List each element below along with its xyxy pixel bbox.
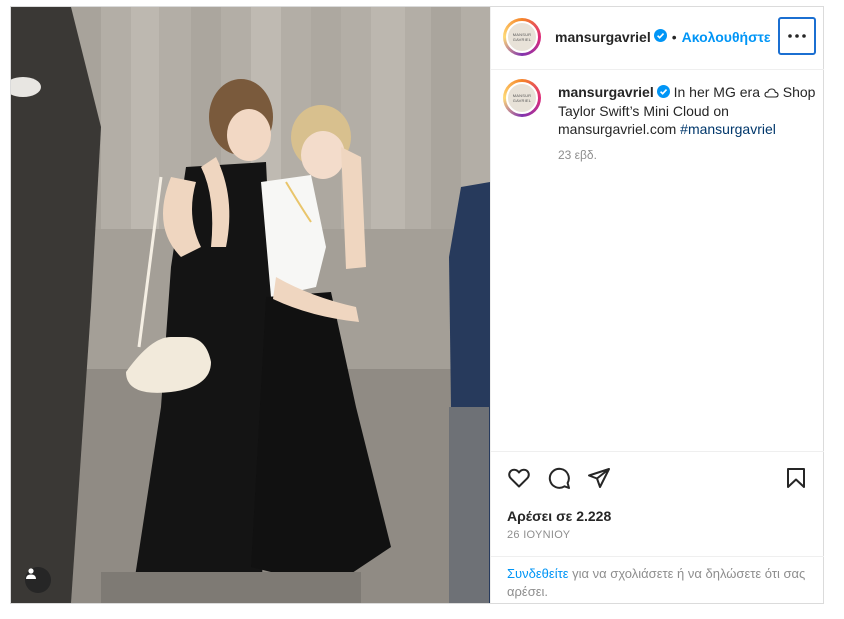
like-button[interactable] xyxy=(507,466,531,495)
action-icons xyxy=(507,466,611,495)
post-actions: Αρέσει σε 2.228 26 ΙΟΥΝΙΟΥ Συνδεθείτε γι… xyxy=(491,451,824,604)
share-button[interactable] xyxy=(587,466,611,495)
user-tag-icon xyxy=(26,568,36,579)
save-button[interactable] xyxy=(784,466,808,495)
post-date: 26 ΙΟΥΝΙΟΥ xyxy=(507,529,571,541)
caption-avatar[interactable]: MANSUR GAVRIEL xyxy=(503,79,541,117)
post-photo[interactable] xyxy=(11,7,490,603)
cloud-icon xyxy=(764,84,779,100)
avatar-logo-text: MANSUR GAVRIEL xyxy=(512,32,532,42)
header-user-line: mansurgavriel • Ακολουθήστε xyxy=(555,29,771,47)
more-options-button[interactable] xyxy=(778,17,816,55)
login-link[interactable]: Συνδεθείτε xyxy=(507,566,569,581)
caption-username-link[interactable]: mansurgavriel xyxy=(558,84,654,100)
post-header: MANSUR GAVRIEL mansurgavriel • Ακολουθήστε xyxy=(491,7,824,70)
bookmark-icon xyxy=(787,468,805,488)
caption-avatar-logo-text: MANSUR GAVRIEL xyxy=(512,93,532,103)
caption-verified-badge-icon xyxy=(656,84,670,102)
heart-icon xyxy=(508,468,530,488)
separator-dot: • xyxy=(671,29,677,46)
caption-avatar-image: MANSUR GAVRIEL xyxy=(506,82,538,114)
verified-badge-icon xyxy=(653,29,667,47)
hashtag-link[interactable]: #mansurgavriel xyxy=(680,121,776,137)
likes-count[interactable]: Αρέσει σε 2.228 xyxy=(507,508,611,524)
caption-text: mansurgavriel In her MG era Shop Taylor … xyxy=(558,83,818,164)
more-options-icon xyxy=(788,34,806,38)
avatar[interactable]: MANSUR GAVRIEL xyxy=(503,18,541,56)
comment-icon xyxy=(548,467,570,489)
instagram-post: MANSUR GAVRIEL mansurgavriel • Ακολουθήστε… xyxy=(10,6,824,604)
user-tag-button[interactable] xyxy=(25,567,51,593)
login-prompt: Συνδεθείτε για να σχολιάσετε ή να δηλώσε… xyxy=(491,556,824,605)
comment-button[interactable] xyxy=(547,466,571,495)
caption-line-1: In her MG era xyxy=(673,84,760,100)
caption-time: 23 εβδ. xyxy=(558,148,597,163)
post-sidebar: MANSUR GAVRIEL mansurgavriel • Ακολουθήστε… xyxy=(490,7,824,603)
paper-plane-icon xyxy=(588,468,610,488)
username-link[interactable]: mansurgavriel xyxy=(555,29,651,45)
login-prompt-text: Συνδεθείτε για να σχολιάσετε ή να δηλώσε… xyxy=(507,565,807,601)
avatar-image: MANSUR GAVRIEL xyxy=(506,21,538,53)
photo-illustration xyxy=(11,7,490,603)
follow-button[interactable]: Ακολουθήστε xyxy=(682,29,771,45)
